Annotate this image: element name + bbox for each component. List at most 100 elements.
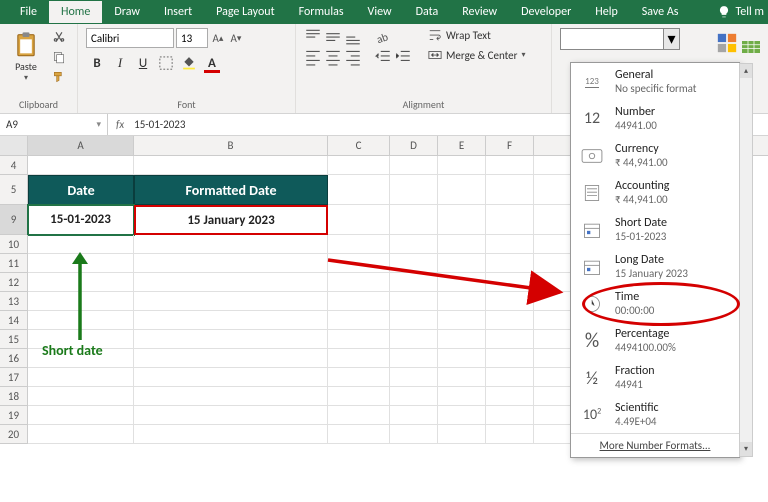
paste-button[interactable]: Paste ▾ [8, 28, 44, 83]
row-header[interactable]: 5 [0, 175, 28, 205]
row-header[interactable]: 19 [0, 406, 28, 425]
cell[interactable] [390, 273, 438, 292]
cell[interactable] [28, 406, 134, 425]
format-accounting[interactable]: Accounting₹ 44,941.00 [571, 174, 739, 211]
cell[interactable] [28, 235, 134, 254]
cell[interactable] [28, 311, 134, 330]
cell[interactable] [328, 311, 390, 330]
cell[interactable] [486, 235, 534, 254]
cell[interactable] [28, 273, 134, 292]
cell[interactable] [390, 349, 438, 368]
cell[interactable] [438, 425, 486, 444]
cell[interactable] [438, 349, 486, 368]
cell[interactable] [390, 156, 438, 175]
cell[interactable] [134, 292, 328, 311]
format-currency[interactable]: Currency₹ 44,941.00 [571, 137, 739, 174]
cell[interactable] [486, 311, 534, 330]
fx-icon[interactable]: fx [116, 118, 124, 131]
format-long-date[interactable]: Long Date15 January 2023 [571, 248, 739, 285]
cell[interactable] [328, 368, 390, 387]
orientation-button[interactable]: ab [374, 28, 392, 46]
cell[interactable] [486, 254, 534, 273]
scroll-down-button[interactable]: ▾ [740, 442, 752, 456]
tab-home[interactable]: Home [49, 1, 102, 23]
underline-button[interactable]: U [132, 52, 154, 74]
cell-header-formatted[interactable]: Formatted Date [134, 175, 328, 205]
cell-a9[interactable]: 15-01-2023 [28, 205, 134, 235]
bold-button[interactable]: B [86, 52, 108, 74]
increase-indent-button[interactable] [394, 48, 412, 66]
format-scientific[interactable]: 102 Scientific4.49E+04 [571, 396, 739, 433]
row-header[interactable]: 15 [0, 330, 28, 349]
font-size-input[interactable] [176, 28, 208, 48]
cell[interactable] [438, 406, 486, 425]
cell[interactable] [328, 425, 390, 444]
cell[interactable] [328, 235, 390, 254]
font-name-input[interactable] [86, 28, 174, 48]
dropdown-scrollbar[interactable]: ▴ ▾ [739, 63, 753, 457]
cell[interactable] [328, 292, 390, 311]
cell-header-date[interactable]: Date [28, 175, 134, 205]
cell[interactable] [486, 292, 534, 311]
tab-save-as[interactable]: Save As [630, 1, 691, 23]
row-header[interactable]: 14 [0, 311, 28, 330]
cell[interactable] [390, 387, 438, 406]
cell[interactable] [486, 368, 534, 387]
col-header-d[interactable]: D [390, 136, 438, 155]
format-general[interactable]: 123 GeneralNo specific format [571, 63, 739, 100]
cell[interactable] [328, 254, 390, 273]
row-header[interactable]: 13 [0, 292, 28, 311]
tab-file[interactable]: File [8, 1, 49, 23]
font-color-button[interactable]: A [201, 52, 223, 74]
tab-insert[interactable]: Insert [152, 1, 204, 23]
row-header[interactable]: 9 [0, 205, 28, 235]
decrease-font-button[interactable]: A▾ [228, 28, 244, 48]
cell[interactable] [328, 156, 390, 175]
cell[interactable] [438, 156, 486, 175]
number-format-dropdown[interactable]: ▾ [560, 28, 680, 50]
cell[interactable] [438, 175, 486, 205]
cell[interactable] [134, 425, 328, 444]
wrap-text-button[interactable]: Wrap Text [428, 28, 526, 42]
tab-draw[interactable]: Draw [102, 1, 152, 23]
row-header[interactable]: 18 [0, 387, 28, 406]
cell[interactable] [438, 387, 486, 406]
cell[interactable] [134, 387, 328, 406]
row-header[interactable]: 4 [0, 156, 28, 175]
col-header-f[interactable]: F [486, 136, 534, 155]
cell[interactable] [438, 235, 486, 254]
cell[interactable] [390, 368, 438, 387]
cut-button[interactable] [50, 28, 68, 46]
row-header[interactable]: 10 [0, 235, 28, 254]
format-fraction[interactable]: ½ Fraction44941 [571, 359, 739, 396]
italic-button[interactable]: I [109, 52, 131, 74]
col-header-a[interactable]: A [28, 136, 134, 155]
cell[interactable] [438, 368, 486, 387]
tell-me-search[interactable]: Tell m [717, 5, 764, 19]
cell[interactable] [486, 175, 534, 205]
row-header[interactable]: 16 [0, 349, 28, 368]
cell[interactable] [390, 330, 438, 349]
cell[interactable] [486, 330, 534, 349]
cell[interactable] [28, 425, 134, 444]
cell[interactable] [486, 387, 534, 406]
more-number-formats[interactable]: More Number Formats... [571, 433, 739, 457]
align-bottom-button[interactable] [344, 28, 362, 46]
cell[interactable] [28, 156, 134, 175]
cell[interactable] [134, 273, 328, 292]
tab-data[interactable]: Data [404, 1, 451, 23]
select-all-corner[interactable] [0, 136, 28, 155]
align-left-button[interactable] [304, 48, 322, 66]
cell[interactable] [390, 292, 438, 311]
align-middle-button[interactable] [324, 28, 342, 46]
cell[interactable] [486, 156, 534, 175]
cell[interactable] [134, 330, 328, 349]
copy-button[interactable] [50, 48, 68, 66]
cell[interactable] [328, 406, 390, 425]
cell[interactable] [28, 387, 134, 406]
formula-input[interactable]: 15-01-2023 [134, 118, 185, 131]
col-header-e[interactable]: E [438, 136, 486, 155]
cell[interactable] [438, 330, 486, 349]
format-short-date[interactable]: Short Date15-01-2023 [571, 211, 739, 248]
format-time[interactable]: Time00:00:00 [571, 285, 739, 322]
